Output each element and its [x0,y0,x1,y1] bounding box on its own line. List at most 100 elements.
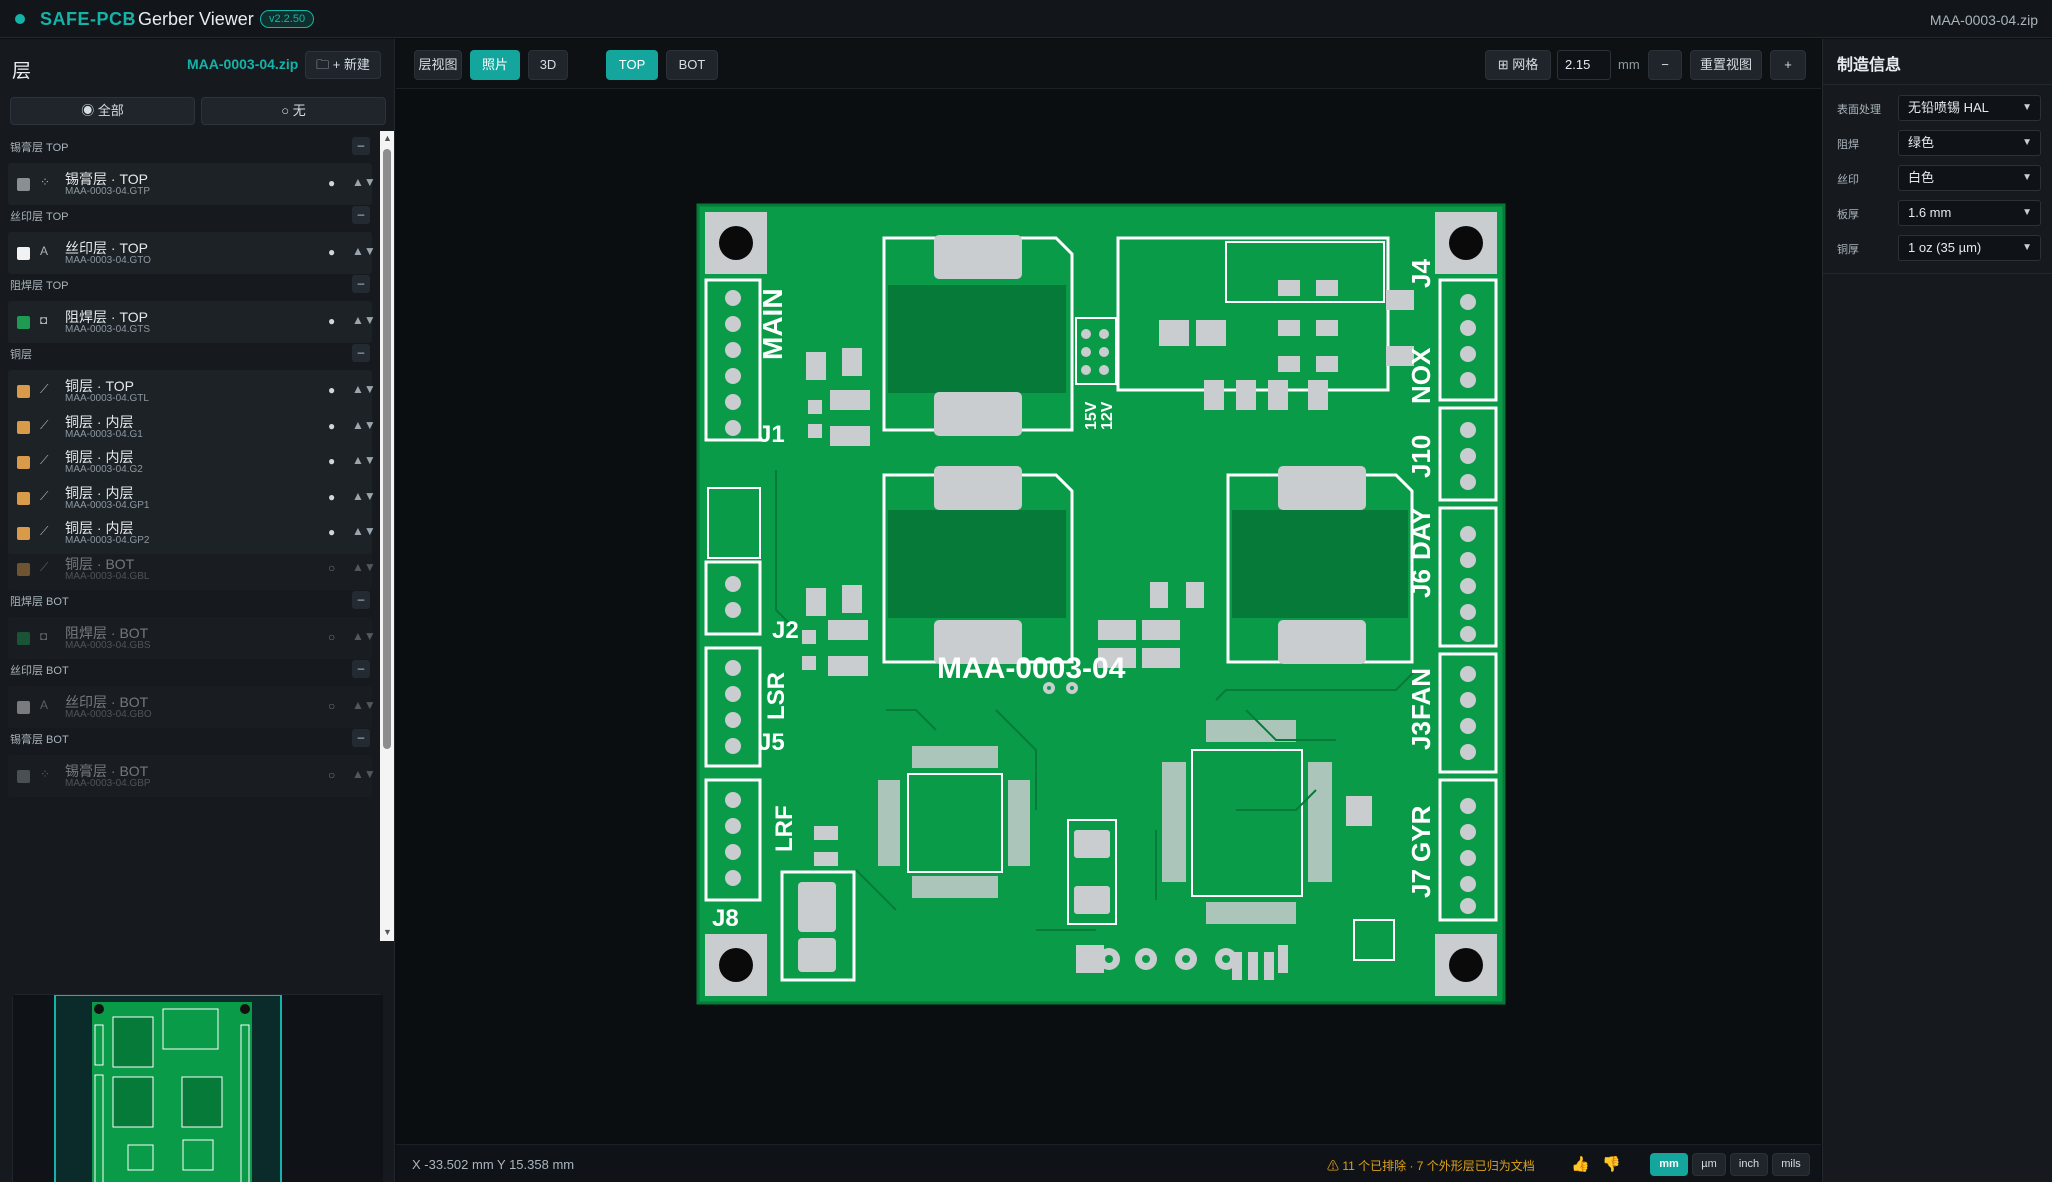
visibility-toggle-icon[interactable]: ○ [328,768,335,782]
reorder-handle-icon[interactable]: ▲▼ [352,767,376,781]
collapse-group-button[interactable]: – [352,591,370,609]
collapse-group-button[interactable]: – [352,729,370,747]
loaded-zip-name: MAA-0003-04.zip [187,56,299,72]
collapse-group-button[interactable]: – [352,206,370,224]
visibility-toggle-icon[interactable]: ● [328,176,335,190]
zoom-in-button[interactable]: + [1770,50,1806,80]
show-none-button[interactable]: ○ 无 [201,97,386,125]
minimap-graphic [13,994,383,1182]
layer-file-name: MAA-0003-04.GTL [65,393,149,404]
bottom-side-button[interactable]: BOT [666,50,718,80]
photo-view-button[interactable]: 照片 [470,50,520,80]
reorder-handle-icon[interactable]: ▲▼ [352,560,376,574]
unit-um-button[interactable]: µm [1692,1153,1726,1176]
reorder-handle-icon[interactable]: ▲▼ [352,489,376,503]
collapse-group-button[interactable]: – [352,137,370,155]
grid-toggle-button[interactable]: ⊞ 网格 [1485,50,1551,80]
reset-view-button[interactable]: 重置视图 [1690,50,1762,80]
thumbs-up-icon[interactable]: 👍 [1571,1156,1590,1173]
visibility-toggle-icon[interactable]: ● [328,454,335,468]
layer-row[interactable]: ⁘ 锡膏层 · TOP MAA-0003-04.GTP ● ▲▼ [8,163,376,205]
silk-lsr: LSR [763,672,790,720]
thumbs-down-icon[interactable]: 👎 [1602,1156,1621,1173]
board-minimap[interactable] [12,994,383,1182]
layer-row[interactable]: A 丝印层 · TOP MAA-0003-04.GTO ● ▲▼ [8,232,376,274]
layer-list-scrollbar[interactable]: ▲ ▼ [380,131,394,941]
layer-view-button[interactable]: 层视图 [414,50,462,80]
reorder-handle-icon[interactable]: ▲▼ [352,175,376,189]
layer-row[interactable]: ⁘ 锡膏层 · BOT MAA-0003-04.GBP ○ ▲▼ [8,755,376,797]
collapse-group-button[interactable]: – [352,344,370,362]
layer-color-swatch[interactable] [17,420,30,434]
scroll-down-icon[interactable]: ▼ [383,927,392,937]
visibility-toggle-icon[interactable]: ● [328,525,335,539]
zoom-out-button[interactable]: − [1648,50,1682,80]
title-separator: · [127,9,133,28]
surface-finish-select[interactable]: 无铅喷锡 HAL ▼ [1898,95,2041,121]
reorder-handle-icon[interactable]: ▲▼ [352,524,376,538]
reorder-handle-icon[interactable]: ▲▼ [352,453,376,467]
silk-day: DAY [1406,507,1436,560]
pcb-canvas[interactable]: MAA-0003-04 MAIN J1 J2 J5 LSR LRF J8 J4 … [396,90,1821,1144]
layer-type-icon: ⟋ [40,524,49,538]
collapse-group-button[interactable]: – [352,660,370,678]
collapse-group-button[interactable]: – [352,275,370,293]
scrollbar-thumb[interactable] [383,149,391,749]
layer-color-swatch[interactable] [17,316,30,329]
visibility-toggle-icon[interactable]: ● [328,383,335,397]
visibility-toggle-icon[interactable]: ● [328,314,335,328]
layer-color-swatch[interactable] [17,701,30,714]
visibility-toggle-icon[interactable]: ○ [328,630,335,644]
top-side-button[interactable]: TOP [606,50,658,80]
copper-weight-label: 铜厚 [1837,244,1859,256]
layer-color-swatch[interactable] [17,527,30,540]
reorder-handle-icon[interactable]: ▲▼ [352,244,376,258]
solder-mask-select[interactable]: 绿色 ▼ [1898,130,2041,156]
new-project-button[interactable]: 🗀 + 新建 [305,51,381,79]
silkscreen-select[interactable]: 白色 ▼ [1898,165,2041,191]
silk-j6: J6 [1406,569,1436,598]
layer-color-swatch[interactable] [17,247,30,260]
visibility-toggle-icon[interactable]: ● [328,490,335,504]
layer-group-header: 丝印层 BOT – [0,656,380,682]
reorder-handle-icon[interactable]: ▲▼ [352,313,376,327]
unit-inch-button[interactable]: inch [1730,1153,1768,1176]
3d-view-button[interactable]: 3D [528,50,568,80]
layer-color-swatch[interactable] [17,770,30,783]
reorder-handle-icon[interactable]: ▲▼ [352,418,376,432]
layer-file-name: MAA-0003-04.GBP [65,778,151,789]
scroll-up-icon[interactable]: ▲ [383,133,392,143]
layer-row[interactable]: ◘ 阻焊层 · BOT MAA-0003-04.GBS ○ ▲▼ [8,617,376,659]
layer-group-name: 丝印层 TOP [10,211,69,223]
visibility-toggle-icon[interactable]: ○ [328,699,335,713]
cursor-coordinates: X -33.502 mm Y 15.358 mm [412,1157,575,1172]
zoom-input[interactable]: 2.15 [1557,50,1611,80]
layer-type-icon: ⟋ [40,488,49,503]
layer-color-swatch[interactable] [17,632,30,645]
layer-row[interactable]: ◘ 阻焊层 · TOP MAA-0003-04.GTS ● ▲▼ [8,301,376,343]
layer-color-swatch[interactable] [17,385,30,398]
board-thickness-select[interactable]: 1.6 mm ▼ [1898,200,2041,226]
reorder-handle-icon[interactable]: ▲▼ [352,382,376,396]
layer-row[interactable]: A 丝印层 · BOT MAA-0003-04.GBO ○ ▲▼ [8,686,376,728]
visibility-toggle-icon[interactable]: ● [328,245,335,259]
copper-weight-select[interactable]: 1 oz (35 µm) ▼ [1898,235,2041,261]
reorder-handle-icon[interactable]: ▲▼ [352,698,376,712]
visibility-toggle-icon[interactable]: ● [328,419,335,433]
unit-mm-button[interactable]: mm [1650,1153,1688,1176]
reorder-handle-icon[interactable]: ▲▼ [352,629,376,643]
visibility-toggle-icon[interactable]: ○ [328,561,335,575]
layer-color-swatch[interactable] [17,178,30,191]
silkscreen-value: 白色 [1908,170,1935,185]
folder-icon: 🗀 [316,57,330,72]
layer-color-swatch[interactable] [17,456,30,469]
layer-color-swatch[interactable] [17,491,30,505]
layer-color-swatch[interactable] [17,562,30,576]
show-all-button[interactable]: ◉ 全部 [10,97,195,125]
surface-finish-value: 无铅喷锡 HAL [1908,100,1989,115]
unit-mils-button[interactable]: mils [1772,1153,1810,1176]
layer-row[interactable]: ⟋ 铜层 · BOT MAA-0003-04.GBL ○ ▲▼ [8,547,376,590]
exclusion-warning[interactable]: ⚠ 11 个已排除 · 7 个外形层已归为文档 [1327,1157,1535,1174]
layer-file-name: MAA-0003-04.G2 [65,464,143,475]
silk-j7: J7 [1406,869,1436,898]
